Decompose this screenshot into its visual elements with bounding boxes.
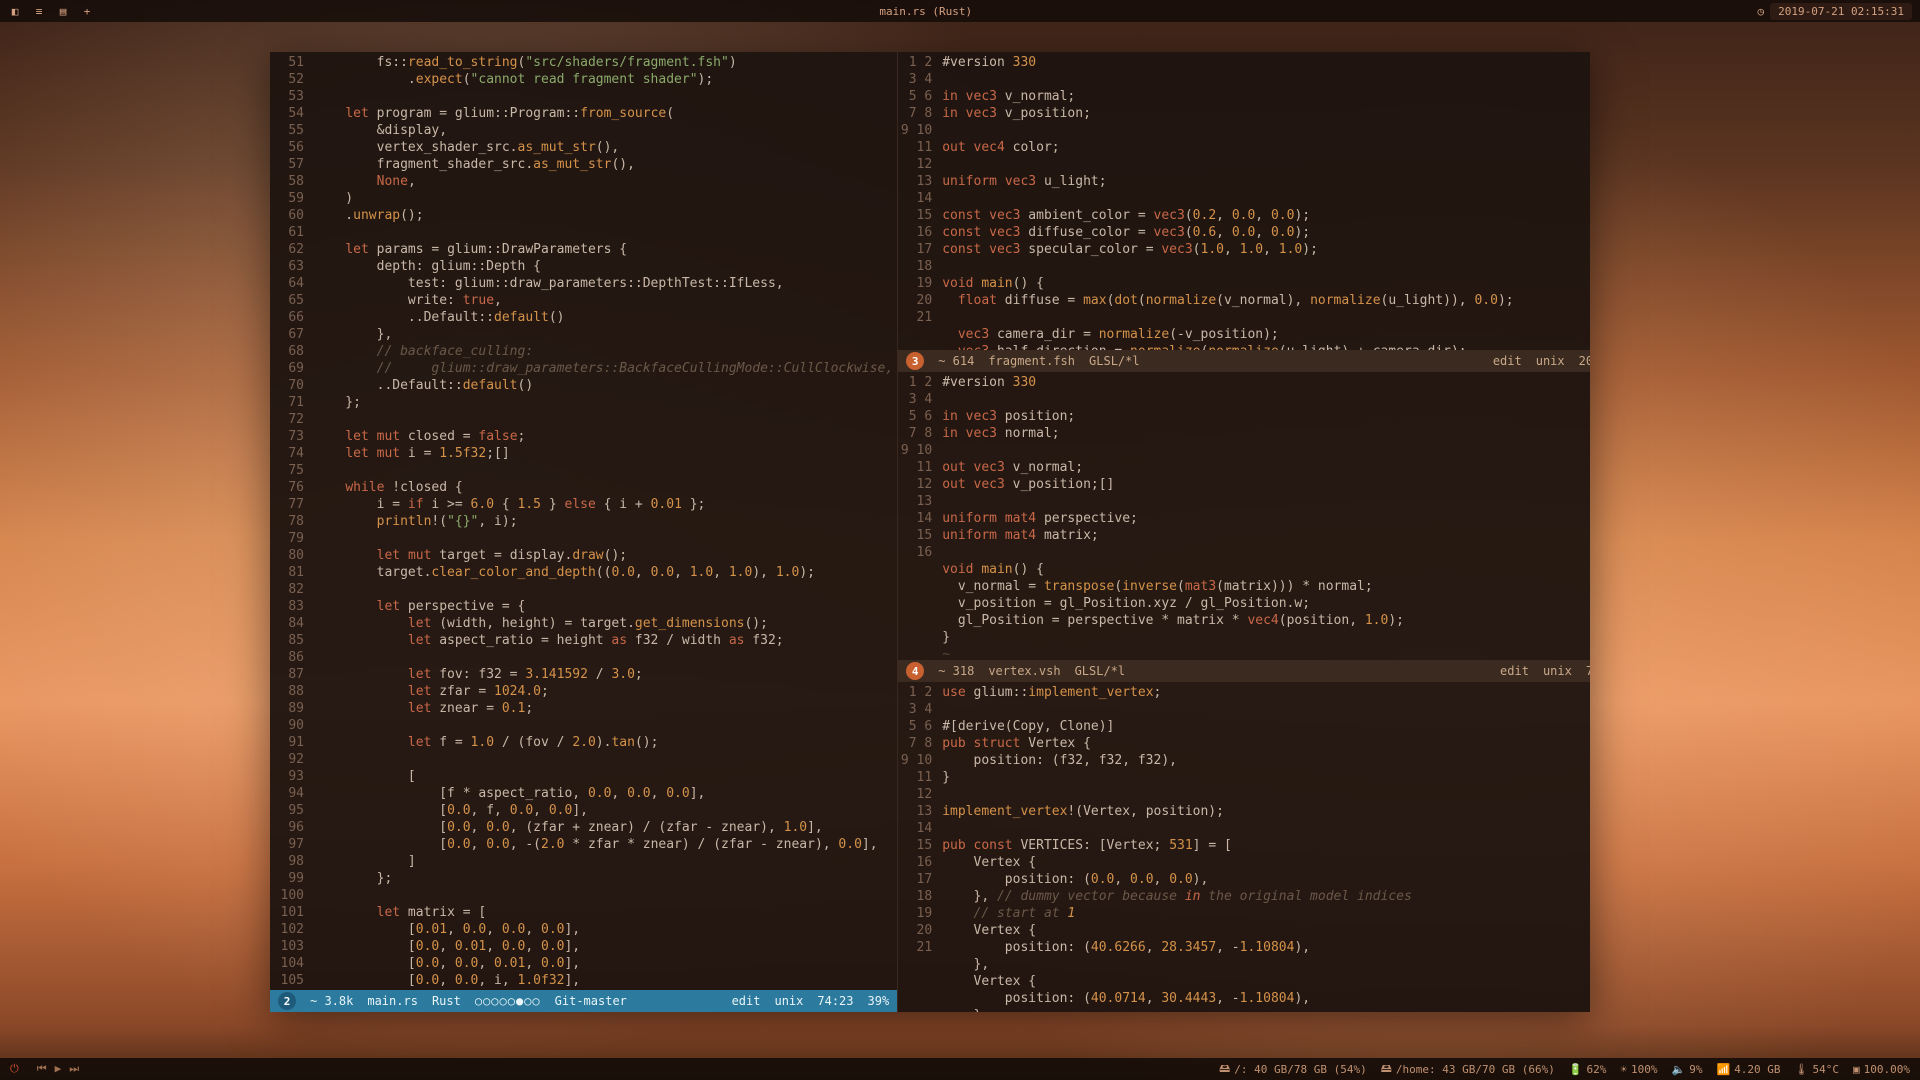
cursor-pos: 74:23: [817, 994, 853, 1008]
buffer-fragment[interactable]: 1 2 3 4 5 6 7 8 9 10 11 12 13 14 15 16 1…: [898, 52, 1590, 350]
speaker-icon: 🔈: [1672, 1063, 1686, 1076]
file-name: fragment.fsh: [988, 354, 1075, 368]
media-controls[interactable]: ⏮ ▶ ⏭: [37, 1062, 79, 1076]
encoding: unix: [774, 994, 803, 1008]
mode: edit: [732, 994, 761, 1008]
prev-icon[interactable]: ⏮: [37, 1062, 47, 1076]
network: 📶4.20 GB: [1716, 1063, 1780, 1076]
disk-root: 🖴/: 40 GB/78 GB (54%): [1219, 1060, 1367, 1079]
layout-icon[interactable]: ▤: [56, 4, 70, 18]
chip-icon: ▣: [1853, 1063, 1860, 1076]
play-icon[interactable]: ▶: [55, 1062, 62, 1076]
cpu: ▣100.00%: [1853, 1063, 1910, 1076]
file-size: ~ 614: [938, 354, 974, 368]
git-branch: Git-master: [555, 994, 627, 1008]
file-name: main.rs: [367, 994, 418, 1008]
clock: 2019-07-21 02:15:31: [1770, 3, 1912, 20]
top-bar: ◧ ≡ ▤ + main.rs (Rust) ◷ 2019-07-21 02:1…: [0, 0, 1920, 22]
disk-icon: 🖴: [1219, 1060, 1230, 1079]
cursor-pos: 20:89: [1579, 354, 1590, 368]
battery: 🔋62%: [1569, 1063, 1607, 1076]
buffer-badge: 2: [278, 992, 296, 1010]
window-title: main.rs (Rust): [94, 5, 1758, 18]
buffer-badge: 3: [906, 352, 924, 370]
wifi-icon: 📶: [1716, 1063, 1730, 1076]
mode: edit: [1493, 354, 1522, 368]
sun-icon: ☀: [1620, 1063, 1627, 1076]
bottom-bar: ⏻ ⏮ ▶ ⏭ 🖴/: 40 GB/78 GB (54%) 🖴/home: 43…: [0, 1058, 1920, 1080]
temperature: 🌡54°C: [1795, 1063, 1839, 1076]
file-lang: Rust: [432, 994, 461, 1008]
buffer-vertex[interactable]: 1 2 3 4 5 6 7 8 9 10 11 12 13 14 15 16 #…: [898, 372, 1590, 660]
scroll-pct: 39%: [868, 994, 890, 1008]
file-lang: GLSL/*l: [1075, 664, 1126, 678]
disk-home: 🖴/home: 43 GB/70 GB (66%): [1381, 1060, 1555, 1079]
tab-indicator: ○○○○○●○○: [475, 994, 541, 1008]
next-icon[interactable]: ⏭: [69, 1062, 79, 1076]
file-size: ~ 318: [938, 664, 974, 678]
mode: edit: [1500, 664, 1529, 678]
brightness: ☀100%: [1620, 1063, 1657, 1076]
buffer-teapot[interactable]: 1 2 3 4 5 6 7 8 9 10 11 12 13 14 15 16 1…: [898, 682, 1590, 1012]
encoding: unix: [1543, 664, 1572, 678]
app-menu-icon[interactable]: ◧: [8, 4, 22, 18]
desktop: ◧ ≡ ▤ + main.rs (Rust) ◷ 2019-07-21 02:1…: [0, 0, 1920, 1080]
cursor-pos: 7:20: [1586, 664, 1590, 678]
battery-icon: 🔋: [1569, 1063, 1583, 1076]
buffer-main[interactable]: 51 52 53 54 55 56 57 58 59 60 61 62 63 6…: [270, 52, 897, 990]
file-size: ~ 3.8k: [310, 994, 353, 1008]
statusline-vertex: 4 ~ 318 vertex.vsh GLSL/*l edit unix 7:2…: [898, 660, 1590, 682]
clock-icon: ◷: [1758, 5, 1765, 18]
encoding: unix: [1536, 354, 1565, 368]
statusline-main: 2 ~ 3.8k main.rs Rust ○○○○○●○○ Git-maste…: [270, 990, 897, 1012]
statusline-fragment: 3 ~ 614 fragment.fsh GLSL/*l edit unix 2…: [898, 350, 1590, 372]
add-icon[interactable]: +: [80, 4, 94, 18]
disk-icon: 🖴: [1381, 1060, 1392, 1079]
file-lang: GLSL/*l: [1089, 354, 1140, 368]
file-name: vertex.vsh: [988, 664, 1060, 678]
editor-window: 51 52 53 54 55 56 57 58 59 60 61 62 63 6…: [270, 52, 1590, 1012]
thermo-icon: 🌡: [1795, 1063, 1809, 1076]
power-icon[interactable]: ⏻: [10, 1062, 19, 1076]
buffer-badge: 4: [906, 662, 924, 680]
volume: 🔈9%: [1672, 1063, 1703, 1076]
hamburger-icon[interactable]: ≡: [32, 4, 46, 18]
